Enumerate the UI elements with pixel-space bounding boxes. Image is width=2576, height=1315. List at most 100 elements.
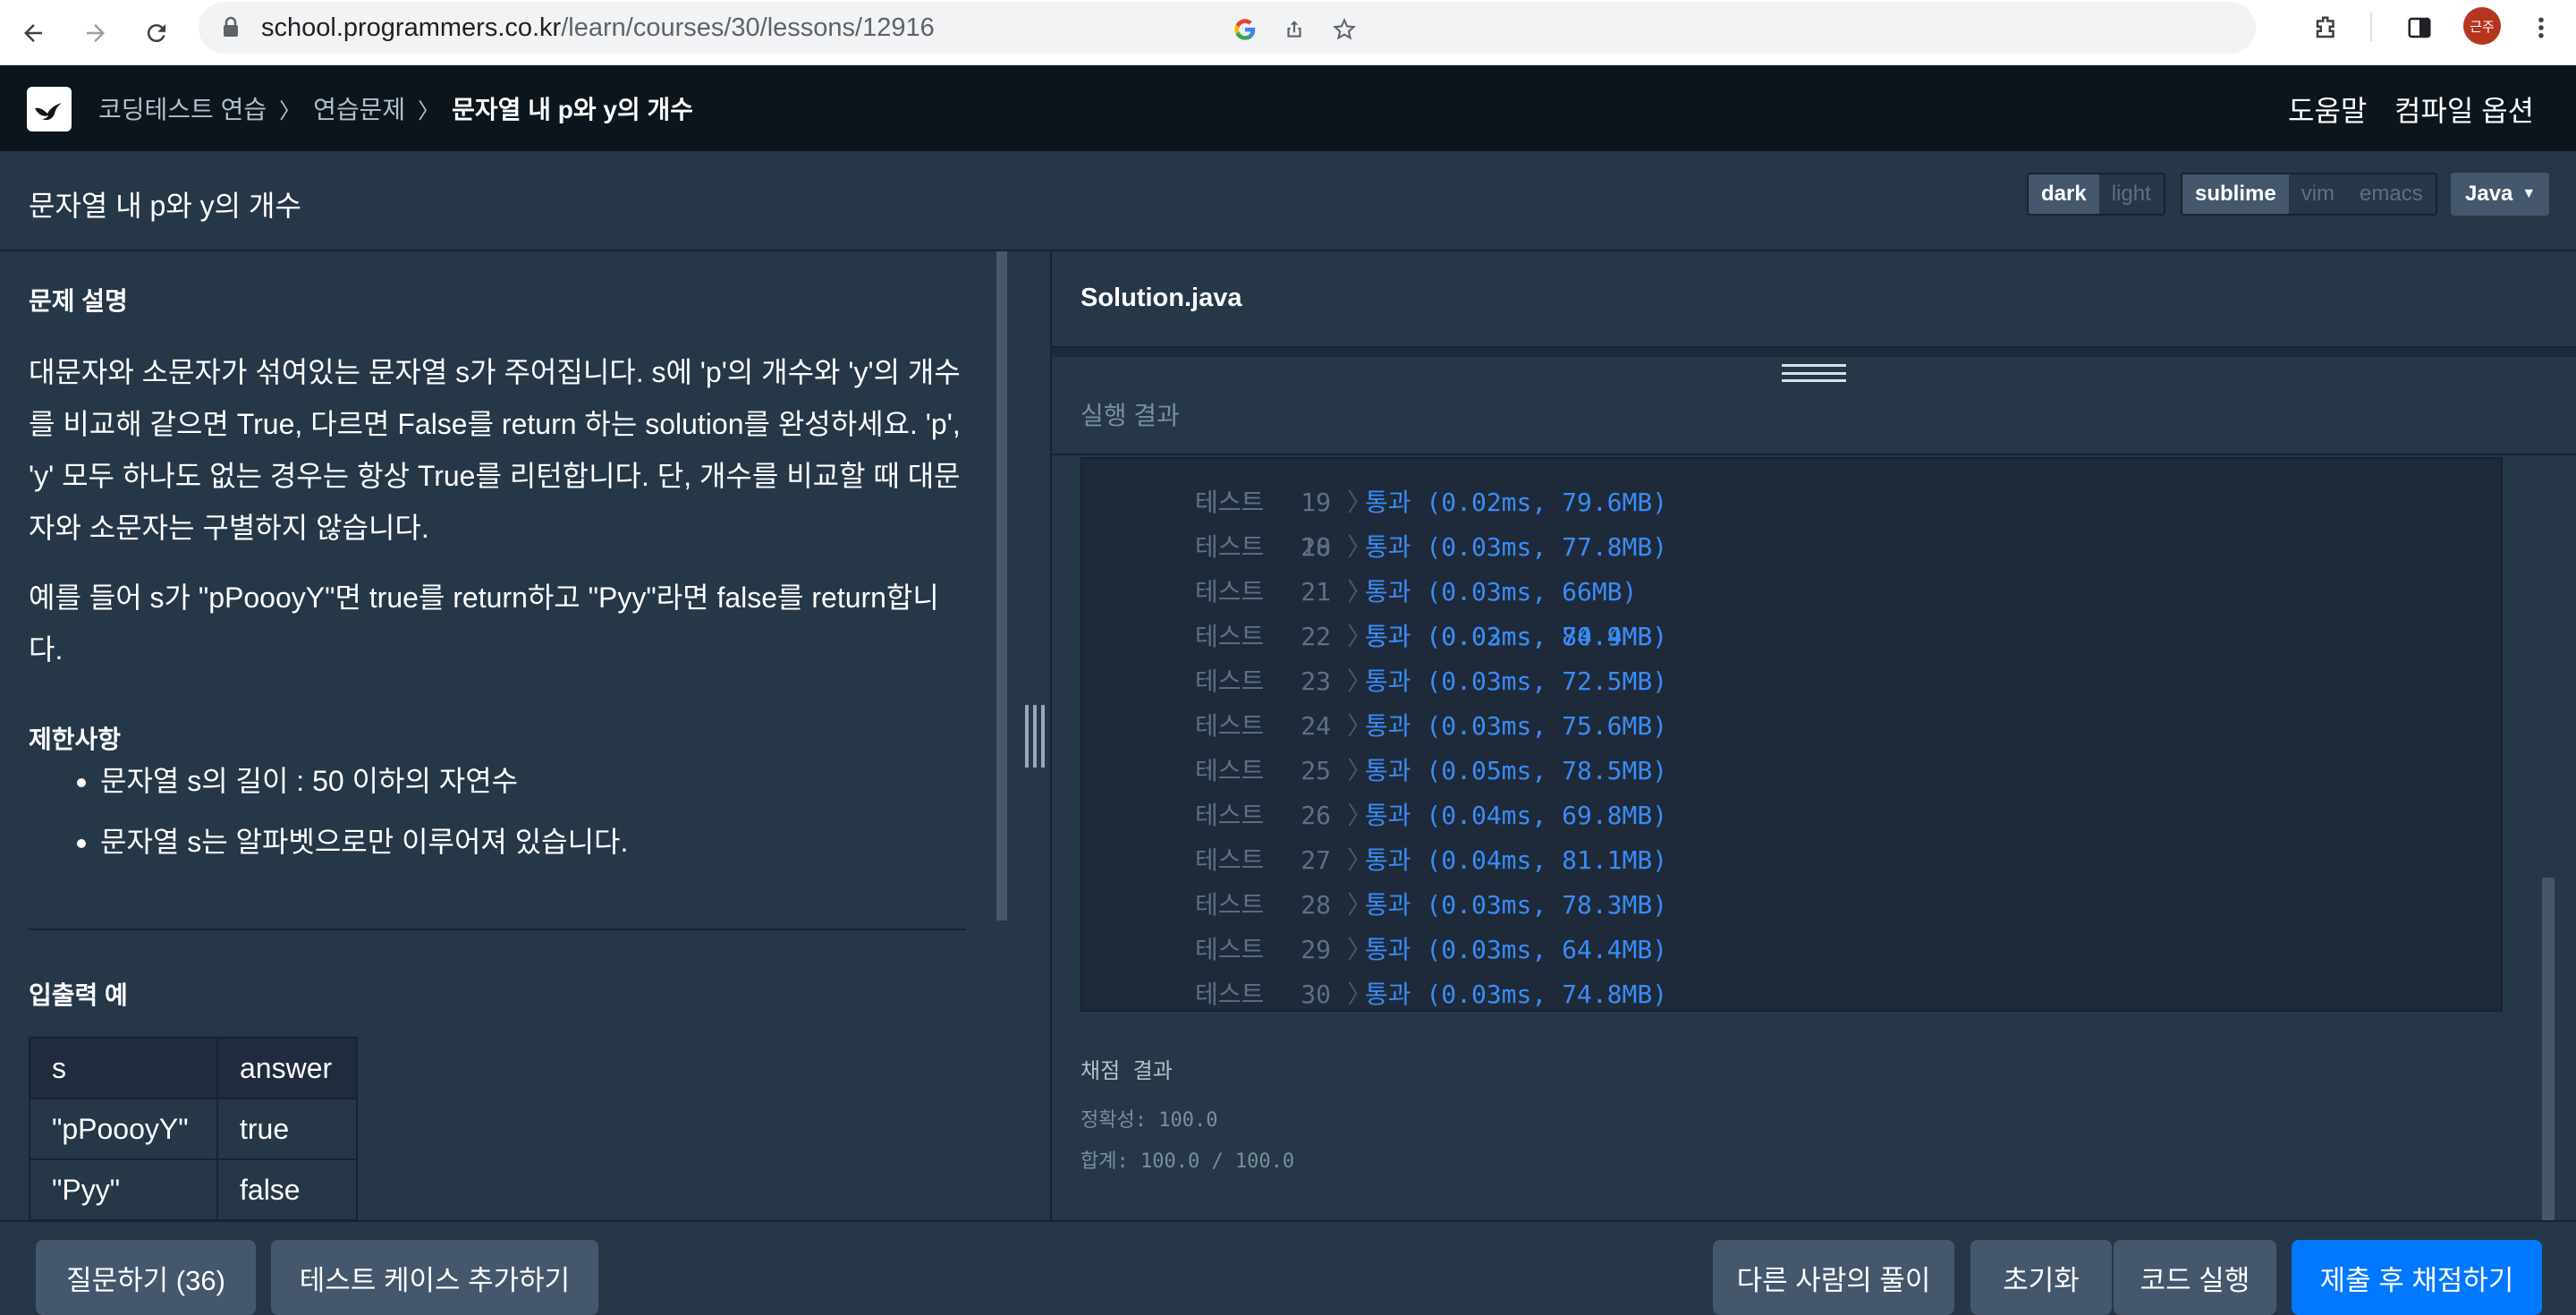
test-number: 19 [1301,488,1331,517]
test-status: 통과 [1365,845,1411,875]
test-number: 30 [1301,980,1331,1009]
test-detail: (0.03ms, 75.6MB) [1426,711,1668,741]
test-result: 통과 (0.05ms, 78.5MB) [1365,749,1667,793]
keymap-sublime-option[interactable]: sublime [2182,174,2289,214]
test-label: 테스트 [1195,801,1265,830]
keymap-emacs-option[interactable]: emacs [2347,174,2436,214]
test-label: 테스트 [1195,577,1265,607]
reset-button[interactable]: 초기화 [1970,1240,2112,1315]
test-label: 테스트 [1195,890,1265,920]
help-link[interactable]: 도움말 [2288,89,2367,130]
result-title: 실행 결과 [1080,402,1180,429]
file-tab[interactable]: Solution.java [1080,284,1241,313]
url-domain: school.programmers.co.kr [261,13,562,42]
extensions-icon[interactable] [2304,5,2349,50]
test-label: 테스트 [1195,532,1265,562]
more-menu-icon[interactable] [2519,5,2563,50]
lesson-toolbar: 문자열 내 p와 y의 개수 dark light sublime vim em… [0,151,2576,251]
test-row: 테스트 26 〉 통과 (0.04ms, 69.8MB) [1082,793,2501,838]
compile-options-link[interactable]: 컴파일 옵션 [2394,89,2534,130]
test-label: 테스트 [1195,666,1265,696]
lock-icon [222,16,240,41]
app-header: 코딩테스트 연습 〉 연습문제 〉 문자열 내 p와 y의 개수 도움말 컴파일… [0,65,2576,151]
test-number: 23 [1301,666,1331,696]
test-label: 테스트 [1195,711,1265,741]
constraint-item: 문자열 s의 길이 : 50 이하의 자연수 [100,751,628,811]
forward-icon[interactable] [73,11,118,55]
submit-button[interactable]: 제출 후 채점하기 [2292,1240,2542,1315]
theme-dark-option[interactable]: dark [2029,174,2099,214]
score-accuracy: 정확성: 100.0 [1080,1109,1218,1132]
url-path: /learn/courses/30/lessons/12916 [561,13,935,42]
ask-question-button[interactable]: 질문하기 (36) [36,1240,256,1315]
profile-avatar[interactable]: 근주 [2463,7,2501,45]
test-label: 테스트 [1195,845,1265,875]
problem-panel: 문제 설명 대문자와 소문자가 섞여있는 문자열 s가 주어집니다. s에 'p… [0,251,995,1220]
test-result: 통과 (0.03ms, 75.6MB) [1365,704,1667,749]
test-row: 테스트 30 〉 통과 (0.03ms, 74.8MB) [1082,972,2501,1010]
horizontal-resize-handle-icon[interactable] [1782,364,1846,382]
vertical-resize-handle-icon[interactable] [1025,705,1045,768]
test-label: 테스트 [1195,756,1265,785]
table-cell: true [216,1098,358,1160]
others-solutions-button[interactable]: 다른 사람의 풀이 [1713,1240,1954,1315]
test-result: 통과 (0.03ms, 78.3MB) [1365,883,1667,928]
test-detail: (0.03ms, 74.9MB) [1426,622,1668,651]
test-result: 통과 (0.03ms, 72.5MB) [1365,659,1667,704]
table-header-row: s answer [29,1037,358,1099]
divider [29,929,966,930]
keymap-vim-option[interactable]: vim [2288,174,2348,214]
breadcrumb-coding-test[interactable]: 코딩테스트 연습 [98,90,267,126]
io-example-heading: 입출력 예 [29,981,128,1009]
description-paragraph-1: 대문자와 소문자가 섞여있는 문자열 s가 주어집니다. s에 'p'의 개수와… [29,356,961,544]
test-row: 테스트 24 〉 통과 (0.03ms, 75.6MB) [1082,704,2501,749]
test-result: 통과 (0.04ms, 81.1MB) [1365,838,1667,883]
breadcrumb-current: 문자열 내 p와 y의 개수 [452,96,694,123]
test-label: 테스트 [1195,488,1265,517]
test-number: 20 [1301,532,1331,562]
add-testcase-button[interactable]: 테스트 케이스 추가하기 [271,1240,598,1315]
back-icon[interactable] [11,11,55,55]
test-row: 테스트 20 〉 통과 (0.03ms, 77.8MB) [1082,525,2501,570]
test-result: 통과 (0.03ms, 74.8MB) [1365,972,1667,1010]
test-row: 테스트 29 〉 통과 (0.03ms, 64.4MB) [1082,928,2501,972]
language-select[interactable]: Java ▼ [2451,173,2549,216]
test-number: 22 [1301,622,1331,651]
table-cell: "Pyy" [29,1158,218,1220]
google-icon[interactable] [1223,7,1267,52]
breadcrumb: 코딩테스트 연습 〉 연습문제 〉 문자열 내 p와 y의 개수 [98,90,693,126]
chevron-right-icon: 〉 [279,98,301,123]
code-editor[interactable] [1052,346,2576,357]
reload-icon[interactable] [134,11,179,55]
test-result: 통과 (0.04ms, 69.8MB) [1365,793,1667,838]
test-result: 통과 (0.03ms, 64.4MB) [1365,928,1667,972]
run-code-button[interactable]: 코드 실행 [2114,1240,2276,1315]
breadcrumb-practice[interactable]: 연습문제 [313,90,405,126]
test-result: 통과 (0.03ms, 77.8MB) [1365,525,1667,570]
table-cell: "pPoooyY" [29,1098,218,1160]
test-row: 테스트 19 〉 통과 (0.02ms, 79.6MB) [1082,480,2501,525]
test-row: 테스트 21 〉 통과 (0.03ms, 66MB) [1082,570,2501,615]
test-number: 25 [1301,756,1331,785]
test-row: 테스트 23 〉 통과 (0.03ms, 72.5MB) [1082,659,2501,704]
programmers-logo-icon[interactable] [27,87,72,132]
problem-scrollbar[interactable] [996,251,1007,920]
result-scrollbar[interactable] [2542,878,2555,1226]
footer-bar: 질문하기 (36) 테스트 케이스 추가하기 다른 사람의 풀이 초기화 코드 … [0,1220,2576,1315]
test-detail: (0.04ms, 81.1MB) [1426,845,1668,875]
test-number: 29 [1301,935,1331,964]
address-bar[interactable]: school.programmers.co.kr/learn/courses/3… [199,2,2256,54]
theme-light-option[interactable]: light [2098,174,2164,214]
test-detail: (0.03ms, 77.8MB) [1426,532,1668,562]
table-header-cell: answer [216,1037,358,1099]
test-status: 통과 [1365,890,1411,920]
share-icon[interactable] [1272,7,1317,52]
score-title: 채점 결과 [1080,1058,1173,1083]
side-panel-icon[interactable] [2397,5,2442,50]
test-detail: (0.04ms, 69.8MB) [1426,801,1668,830]
bookmark-star-icon[interactable] [1322,7,1367,52]
test-number: 26 [1301,801,1331,830]
test-row: 테스트 25 〉 통과 (0.05ms, 78.5MB) [1082,749,2501,793]
test-row: 테스트 28 〉 통과 (0.03ms, 78.3MB) [1082,883,2501,928]
test-detail: (0.03ms, 66MB) [1426,577,1638,607]
